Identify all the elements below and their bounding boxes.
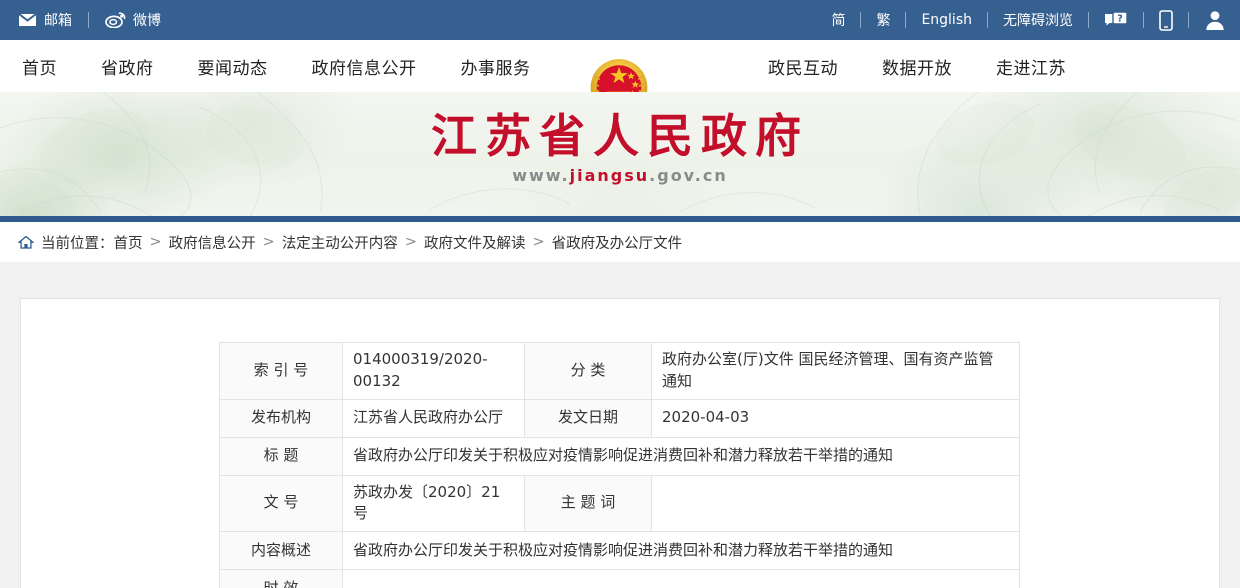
table-row: 时 效 [220,570,1020,588]
home-icon [18,235,34,250]
row-value-classification: 政府办公室(厅)文件 国民经济管理、国有资产监管 通知 [652,343,1020,400]
row-value-validity [343,570,1020,588]
site-banner: 江苏省人民政府 www.jiangsu.gov.cn [0,92,1240,216]
help-chat-button[interactable]: ? [1104,11,1128,30]
row-label-document-number: 文 号 [220,475,343,532]
nav-item-home[interactable]: 首页 [14,54,79,79]
weibo-icon [105,12,126,28]
row-value-document-number: 苏政办发〔2020〕21号 [343,475,525,532]
row-value-issuing-agency: 江苏省人民政府办公厅 [343,399,525,437]
user-account-button[interactable] [1204,9,1226,31]
lang-english-link[interactable]: English [921,12,972,28]
content-spacer [0,262,1240,298]
lang-traditional-link[interactable]: 繁 [876,10,890,30]
topbar-divider [1088,12,1089,28]
breadcrumb-separator: > [150,234,162,250]
row-value-index-number: 014000319/2020-00132 [343,343,525,400]
topbar-right-links: 简 繁 English 无障碍浏览 ? [831,0,1226,40]
topbar-divider [905,12,906,28]
row-value-content-summary: 省政府办公厅印发关于积极应对疫情影响促进消费回补和潜力释放若干举措的通知 [343,532,1020,570]
row-label-index-number: 索 引 号 [220,343,343,400]
row-value-issue-date: 2020-04-03 [652,399,1020,437]
table-row: 发布机构 江苏省人民政府办公厅 发文日期 2020-04-03 [220,399,1020,437]
breadcrumb-separator: > [532,234,544,250]
nav-item-government-info-disclosure[interactable]: 政府信息公开 [290,54,439,79]
row-label-content-summary: 内容概述 [220,532,343,570]
mail-label: 邮箱 [44,10,72,30]
nav-left-group: 首页 省政府 要闻动态 政府信息公开 办事服务 [14,54,553,79]
svg-text:?: ? [1117,13,1123,24]
document-metadata-table: 索 引 号 014000319/2020-00132 分 类 政府办公室(厅)文… [219,342,1020,588]
row-label-validity: 时 效 [220,570,343,588]
row-label-subject-terms: 主 题 词 [525,475,652,532]
topbar-divider [1188,12,1189,28]
top-utility-bar: 邮箱 微博 简 繁 English 无障碍浏览 [0,0,1240,40]
nav-item-services[interactable]: 办事服务 [439,54,553,79]
nav-item-interaction[interactable]: 政民互动 [760,54,860,79]
row-label-issuing-agency: 发布机构 [220,399,343,437]
mobile-phone-icon [1159,10,1173,31]
leaf-watermark-decoration [0,92,1240,216]
row-value-subject-terms [652,475,1020,532]
breadcrumb-separator: > [405,234,417,250]
weibo-label: 微博 [133,10,161,30]
breadcrumb-label: 当前位置： [41,232,114,253]
row-label-title: 标 题 [220,437,343,475]
topbar-divider [860,12,861,28]
nav-right-group: 政民互动 数据开放 走进江苏 [760,54,1088,79]
breadcrumb-item-3[interactable]: 政府文件及解读 [424,232,526,253]
weibo-link[interactable]: 微博 [105,10,161,30]
topbar-divider [88,12,89,28]
breadcrumb-item-2[interactable]: 法定主动公开内容 [282,232,398,253]
nav-item-news[interactable]: 要闻动态 [176,54,290,79]
table-row: 文 号 苏政办发〔2020〕21号 主 题 词 [220,475,1020,532]
topbar-left-links: 邮箱 微博 [18,10,161,30]
lang-simplified-link[interactable]: 简 [831,10,845,30]
table-row: 标 题 省政府办公厅印发关于积极应对疫情影响促进消费回补和潜力释放若干举措的通知 [220,437,1020,475]
mail-link[interactable]: 邮箱 [18,10,72,30]
breadcrumb-separator: > [263,234,275,250]
table-row: 索 引 号 014000319/2020-00132 分 类 政府办公室(厅)文… [220,343,1020,400]
breadcrumb-item-4[interactable]: 省政府及办公厅文件 [552,232,683,253]
user-avatar-icon [1204,9,1226,31]
nav-item-provincial-government[interactable]: 省政府 [79,54,176,79]
content-panel: 索 引 号 014000319/2020-00132 分 类 政府办公室(厅)文… [20,298,1220,588]
row-value-title: 省政府办公厅印发关于积极应对疫情影响促进消费回补和潜力释放若干举措的通知 [343,437,1020,475]
mail-icon [18,13,37,27]
nav-item-open-data[interactable]: 数据开放 [860,54,974,79]
main-navigation: 首页 省政府 要闻动态 政府信息公开 办事服务 政民互动 数据开放 走进江苏 [0,40,1240,92]
table-row: 内容概述 省政府办公厅印发关于积极应对疫情影响促进消费回补和潜力释放若干举措的通… [220,532,1020,570]
breadcrumb-item-0[interactable]: 首页 [114,232,143,253]
breadcrumb-bar: 当前位置： 首页 > 政府信息公开 > 法定主动公开内容 > 政府文件及解读 >… [0,222,1240,262]
nav-item-about-jiangsu[interactable]: 走进江苏 [974,54,1088,79]
accessibility-link[interactable]: 无障碍浏览 [1003,10,1073,30]
topbar-divider [987,12,988,28]
mobile-site-button[interactable] [1159,10,1173,31]
row-label-issue-date: 发文日期 [525,399,652,437]
breadcrumb: 当前位置： 首页 > 政府信息公开 > 法定主动公开内容 > 政府文件及解读 >… [18,232,682,253]
topbar-divider [1143,12,1144,28]
help-chat-icon: ? [1104,11,1128,30]
breadcrumb-item-1[interactable]: 政府信息公开 [169,232,256,253]
row-label-classification: 分 类 [525,343,652,400]
